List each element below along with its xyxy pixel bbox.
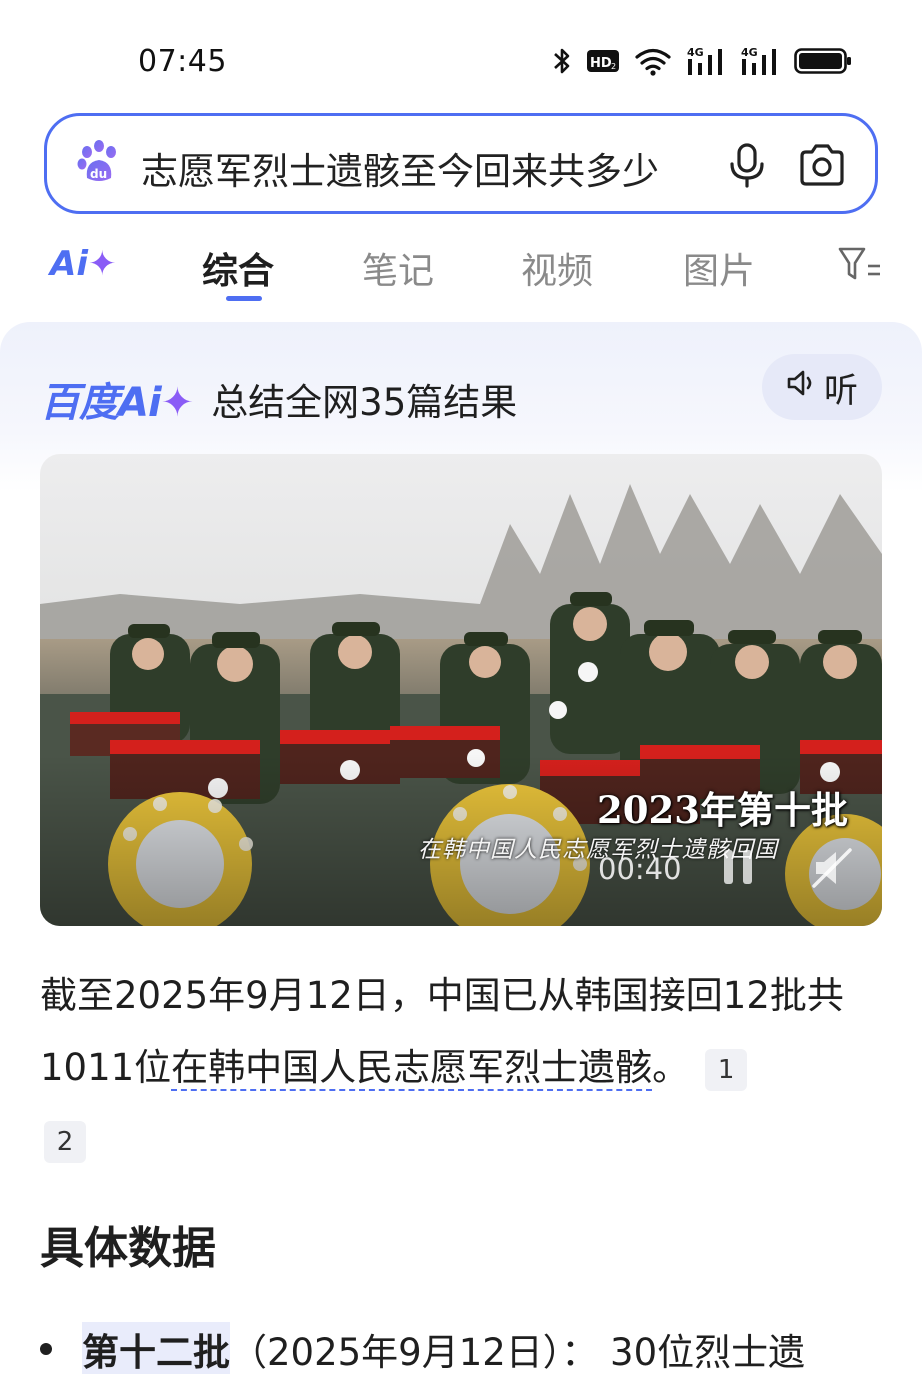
svg-text:2: 2 [611, 62, 616, 71]
ai-summary-label: 总结全网35篇结果 [211, 381, 518, 424]
status-bar: 07:45 HD 2 4G 4G [0, 0, 922, 110]
video-caption: 2023年第十批 [597, 788, 848, 832]
signal-4g-icon: 4G [740, 45, 780, 77]
listen-button[interactable]: 听 [762, 354, 882, 420]
answer-text-end: 。 [652, 1046, 690, 1089]
citation-badge[interactable]: 1 [705, 1048, 748, 1091]
search-bar[interactable]: du 志愿军烈士遗骸至今回来共多少 [44, 113, 878, 214]
active-tab-indicator [226, 296, 262, 301]
search-tabs: Ai✦ 综合 笔记 视频 图片 [0, 232, 922, 312]
search-input[interactable]: 志愿军烈士遗骸至今回来共多少 [141, 141, 711, 195]
tab-all[interactable]: 综合 [202, 242, 274, 294]
tab-videos[interactable]: 视频 [521, 242, 593, 294]
speaker-icon [786, 367, 816, 407]
wifi-icon [634, 46, 672, 76]
status-time: 07:45 [138, 44, 227, 79]
tab-images[interactable]: 图片 [683, 242, 755, 294]
answer-link[interactable]: 在韩中国人民志愿军烈士遗骸 [171, 1046, 653, 1091]
microphone-icon[interactable] [725, 142, 769, 188]
svg-text:4G: 4G [687, 46, 704, 59]
ai-card-header: 百度Ai✦ 总结全网35篇结果 [40, 370, 517, 428]
svg-text:4G: 4G [741, 46, 758, 59]
camera-icon[interactable] [797, 142, 847, 188]
filter-icon[interactable] [838, 246, 882, 282]
tab-ai[interactable]: Ai✦ [50, 244, 116, 284]
svg-text:HD: HD [590, 56, 612, 71]
bullet-dot [40, 1343, 52, 1355]
pause-icon[interactable] [722, 848, 754, 886]
section-title: 具体数据 [40, 1223, 216, 1274]
bluetooth-icon [552, 46, 572, 76]
list-item: 第十二批 （2025年9月12日）： 30位烈士遗 [40, 1322, 805, 1374]
ai-answer-text: 截至2025年9月12日，中国已从韩国接回12批共1011位在韩中国人民志愿军烈… [40, 960, 870, 1176]
baidu-paw-icon: du [75, 138, 123, 186]
video-time: 00:40 [598, 852, 682, 886]
highlighted-term[interactable]: 第十二批 [82, 1322, 230, 1374]
battery-icon [794, 47, 852, 75]
status-icons: HD 2 4G 4G [552, 44, 852, 78]
baidu-ai-logo: 百度Ai✦ [40, 380, 194, 426]
svg-text:du: du [90, 167, 107, 181]
signal-4g-icon: 4G [686, 45, 726, 77]
hd-icon: HD 2 [586, 48, 620, 74]
video-player[interactable]: 2023年第十批 在韩中国人民志愿军烈士遗骸回国 00:40 [40, 454, 882, 926]
tab-notes[interactable]: 笔记 [362, 242, 434, 294]
list-item-text: （2025年9月12日）： 30位烈士遗 [230, 1331, 806, 1374]
citation-badge[interactable]: 2 [44, 1120, 86, 1163]
mute-icon[interactable] [810, 846, 854, 890]
listen-label: 听 [824, 370, 858, 411]
